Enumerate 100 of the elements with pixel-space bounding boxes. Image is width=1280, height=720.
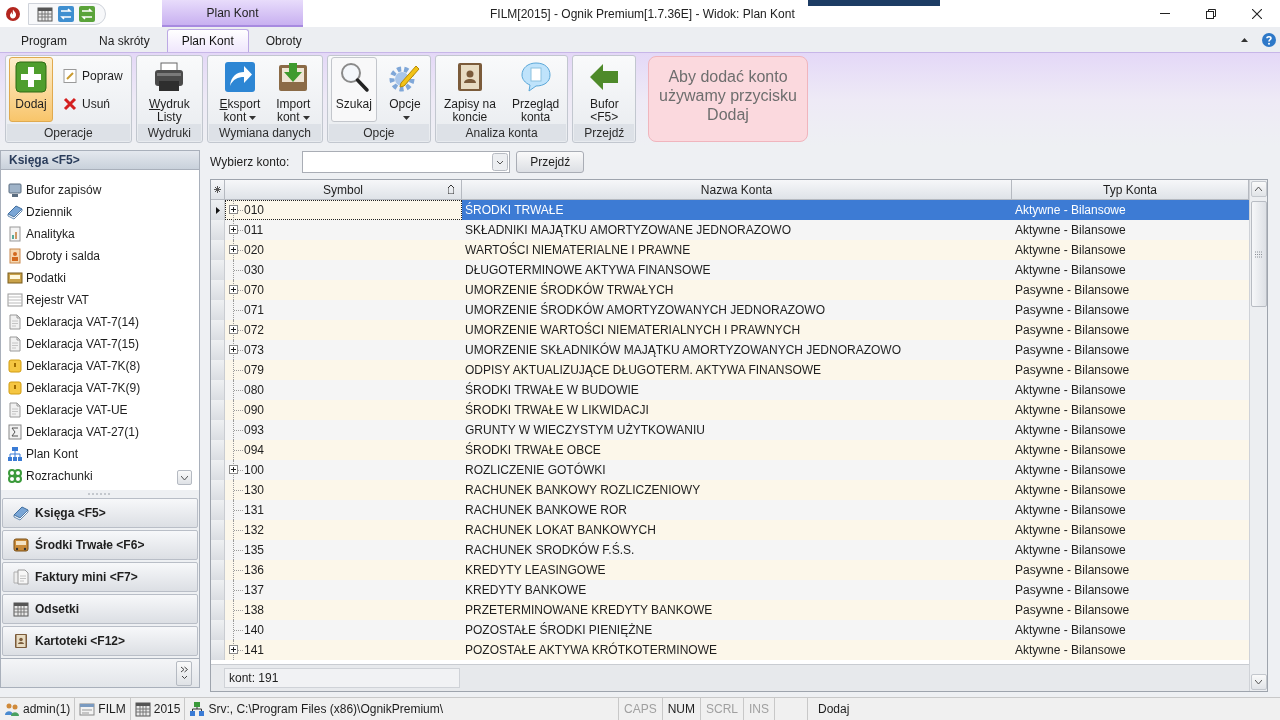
account-type-cell: Pasywne - Bilansowe — [1012, 320, 1249, 340]
account-name-cell: ŚRODKI TRWAŁE OBCE — [462, 440, 1012, 460]
ribbon-button[interactable]: Eksport kont — [214, 57, 266, 122]
ribbon-button[interactable]: Dodaj — [9, 57, 53, 122]
ribbon-button[interactable]: Bufor <F5> — [582, 57, 627, 122]
go-button[interactable]: Przejdź — [516, 151, 585, 173]
expand-icon[interactable] — [229, 225, 238, 234]
ribbon-small-button[interactable]: Popraw — [59, 65, 126, 87]
nav-item[interactable]: Deklaracja VAT-7(15) — [1, 333, 199, 355]
section-button[interactable]: Księga <F5> — [2, 498, 198, 528]
field-label: Wybierz konto: — [210, 154, 290, 171]
nav-item[interactable]: Rejestr VAT — [1, 289, 199, 311]
ribbon-tab[interactable]: Na skróty — [84, 29, 165, 52]
nav-item[interactable]: Analityka — [1, 223, 199, 245]
nav-item[interactable]: Deklaracja VAT-7(14) — [1, 311, 199, 333]
nav-item-label: Podatki — [26, 270, 67, 287]
nav-item[interactable]: Plan Kont — [1, 443, 199, 465]
nav-item[interactable]: Rozrachunki — [1, 465, 199, 487]
scroll-thumb[interactable] — [1250, 201, 1267, 307]
computer-icon — [7, 182, 23, 198]
account-symbol: 079 — [244, 362, 265, 379]
chart-document-icon — [7, 226, 23, 242]
account-name-cell: UMORZENIE SKŁADNIKÓW MAJĄTKU AMORTYZOWANYCH JEDNORAZOWO — [462, 340, 1012, 360]
swap-arrows-icon[interactable] — [79, 5, 95, 22]
expand-icon[interactable] — [229, 285, 238, 294]
document-icon — [7, 314, 23, 330]
account-name-cell: PRZETERMINOWANE KREDYTY BANKOWE — [462, 600, 1012, 620]
expand-icon[interactable] — [229, 205, 238, 214]
account-type-cell: Aktywne - Bilansowe — [1012, 400, 1249, 420]
account-symbol: 138 — [244, 602, 265, 619]
book-icon — [7, 204, 23, 220]
chevron-up-icon — [1255, 187, 1262, 191]
account-type-cell: Pasywne - Bilansowe — [1012, 340, 1249, 360]
network-icon — [189, 701, 206, 717]
ribbon-button[interactable]: Import kont — [271, 57, 316, 122]
help-button[interactable] — [1262, 32, 1276, 47]
row-header[interactable] — [211, 200, 225, 220]
account-type-cell: Pasywne - Bilansowe — [1012, 300, 1249, 320]
account-symbol: 071 — [244, 302, 265, 319]
nav-item-label: Obroty i salda — [26, 248, 101, 265]
context-tab-group: Plan Kont — [162, 0, 303, 27]
expand-icon[interactable] — [229, 645, 238, 654]
status-message: Dodaj — [818, 701, 850, 718]
section-button[interactable]: Faktury mini <F7> — [2, 562, 198, 592]
nav-item-label: Rejestr VAT — [26, 292, 89, 309]
caret-icon — [302, 115, 310, 120]
nav-item[interactable]: Deklaracje VAT-UE — [1, 399, 199, 421]
scroll-down-button[interactable] — [1250, 674, 1267, 690]
ribbon-button[interactable]: Zapisy na koncie — [438, 57, 501, 122]
nav-item[interactable]: Dziennik — [1, 201, 199, 223]
group-label: Przejdź — [574, 124, 635, 141]
nav-item[interactable]: Deklaracja VAT-27(1) — [1, 421, 199, 443]
calendar-icon[interactable] — [37, 5, 53, 22]
section-button[interactable]: Środki Trwałe <F6> — [2, 530, 198, 560]
nav-item[interactable]: Deklaracja VAT-7K(8) — [1, 355, 199, 377]
ribbon-button[interactable]: Opcje — [382, 57, 427, 122]
account-combobox[interactable] — [302, 151, 511, 173]
section-button[interactable]: Odsetki — [2, 594, 198, 624]
ribbon-button[interactable]: Szukaj — [330, 57, 377, 122]
nav-item-label: Plan Kont — [26, 446, 79, 463]
ribbon-button[interactable]: Przegląd konta — [506, 57, 565, 122]
group-label: Wymiana danych — [208, 124, 321, 141]
ribbon-small-button[interactable]: Usuń — [59, 93, 126, 115]
nav-item-label: Deklaracja VAT-7(14) — [26, 314, 139, 331]
account-name-cell: ŚRODKI TRWAŁE — [462, 200, 1012, 220]
calendar-icon — [13, 601, 29, 617]
nav-item[interactable]: Podatki — [1, 267, 199, 289]
column-header[interactable]: Nazwa Konta — [462, 180, 1012, 199]
expand-icon[interactable] — [229, 325, 238, 334]
account-name-cell: ŚRODKI TRWAŁE W BUDOWIE — [462, 380, 1012, 400]
plus-icon — [15, 61, 47, 93]
swap-arrows-icon[interactable] — [58, 5, 74, 22]
scroll-down-button[interactable] — [177, 470, 192, 485]
scroll-up-button[interactable] — [1250, 181, 1267, 197]
ribbon-tab[interactable]: Obroty — [250, 29, 317, 52]
expand-icon[interactable] — [229, 465, 238, 474]
account-type-cell: Aktywne - Bilansowe — [1012, 420, 1249, 440]
expand-icon[interactable] — [229, 345, 238, 354]
account-name-cell: SKŁADNIKI MAJĄTKU AMORTYZOWANE JEDNORAZOWO — [462, 220, 1012, 240]
scrollbar[interactable] — [1249, 180, 1267, 691]
grip-icon — [1255, 250, 1262, 258]
nav-item[interactable]: Bufor zapisów — [1, 179, 199, 201]
account-symbol: 131 — [244, 502, 265, 519]
minimize-icon — [1160, 13, 1170, 14]
nav-item[interactable]: Obroty i salda — [1, 245, 199, 267]
account-type-cell: Aktywne - Bilansowe — [1012, 200, 1249, 220]
overflow-button[interactable] — [176, 660, 192, 686]
hierarchy-icon — [7, 446, 23, 462]
section-button[interactable]: Kartoteki <F12> — [2, 626, 198, 656]
nav-item[interactable]: Deklaracja VAT-7K(9) — [1, 377, 199, 399]
column-header[interactable]: Symbol — [225, 180, 462, 199]
nav-item-label: Deklaracja VAT-27(1) — [26, 424, 139, 441]
book-icon — [13, 505, 29, 521]
account-symbol: 010 — [244, 202, 265, 219]
ribbon-tab[interactable]: Program — [6, 29, 82, 52]
expand-icon[interactable] — [229, 245, 238, 254]
column-header[interactable]: Typ Konta — [1012, 180, 1249, 199]
ribbon-button[interactable]: Wydruk Listy — [143, 57, 195, 122]
ribbon-tab[interactable]: Plan Kont — [166, 29, 249, 52]
caret-up-icon — [1240, 37, 1248, 42]
